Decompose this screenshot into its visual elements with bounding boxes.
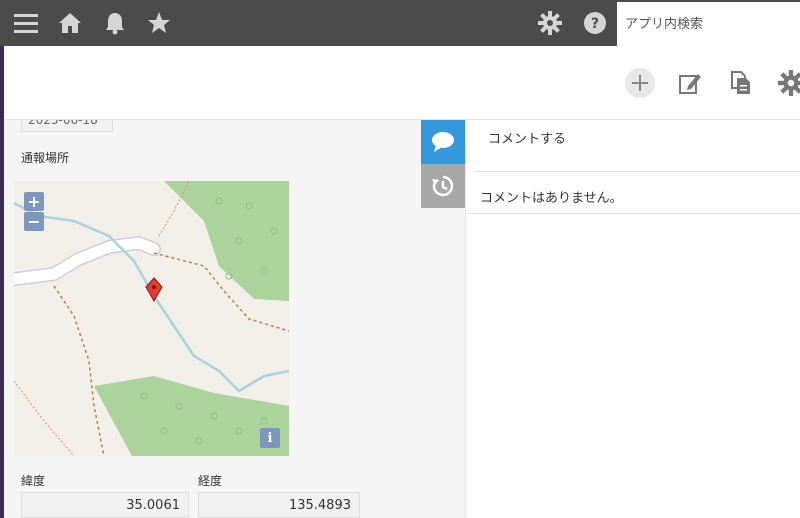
home-icon[interactable] <box>57 10 83 36</box>
duplicate-record-button[interactable] <box>726 68 756 98</box>
edit-icon <box>679 74 701 94</box>
tab-comments[interactable] <box>421 120 465 164</box>
menu-icon[interactable] <box>13 10 39 36</box>
star-icon[interactable] <box>146 10 172 36</box>
date-field: 2023-06-18 <box>21 120 113 132</box>
add-record-button[interactable] <box>625 68 655 98</box>
zoom-in-button[interactable]: + <box>24 192 44 211</box>
search-input[interactable] <box>617 2 800 46</box>
svg-text:?: ? <box>591 16 599 32</box>
latitude-field: 35.0061 <box>21 492 189 518</box>
history-icon <box>432 175 454 197</box>
map-tiles <box>14 181 289 456</box>
help-icon[interactable]: ? <box>582 10 608 36</box>
comment-input[interactable]: コメントする <box>474 120 800 172</box>
location-map[interactable]: + − i <box>14 181 289 456</box>
edit-record-button[interactable] <box>675 68 705 98</box>
bell-icon[interactable] <box>102 10 128 36</box>
copy-icon <box>731 71 750 94</box>
gear-icon[interactable] <box>537 10 563 36</box>
tab-history[interactable] <box>421 164 465 208</box>
longitude-field: 135.4893 <box>198 492 360 518</box>
map-info-button[interactable]: i <box>260 428 280 448</box>
location-label: 通報場所 <box>21 151 70 165</box>
zoom-out-button[interactable]: − <box>24 212 44 231</box>
record-detail-form: 2023-06-18 通報場所 + − i 緯度 35.0061 経度 135.… <box>4 120 420 518</box>
gear-icon <box>778 70 800 96</box>
record-settings-button[interactable] <box>776 68 800 98</box>
comment-icon <box>432 132 454 152</box>
empty-comments-message: コメントはありません。 <box>466 172 800 214</box>
record-action-header <box>4 46 800 120</box>
add-icon <box>632 75 648 91</box>
comments-panel: コメントする コメントはありません。 <box>465 120 800 518</box>
location-marker-icon[interactable] <box>144 277 164 303</box>
latitude-label: 緯度 <box>21 474 46 488</box>
map-zoom-controls: + − <box>24 192 44 232</box>
top-navigation-bar: ? <box>0 0 800 46</box>
longitude-label: 経度 <box>198 474 223 488</box>
